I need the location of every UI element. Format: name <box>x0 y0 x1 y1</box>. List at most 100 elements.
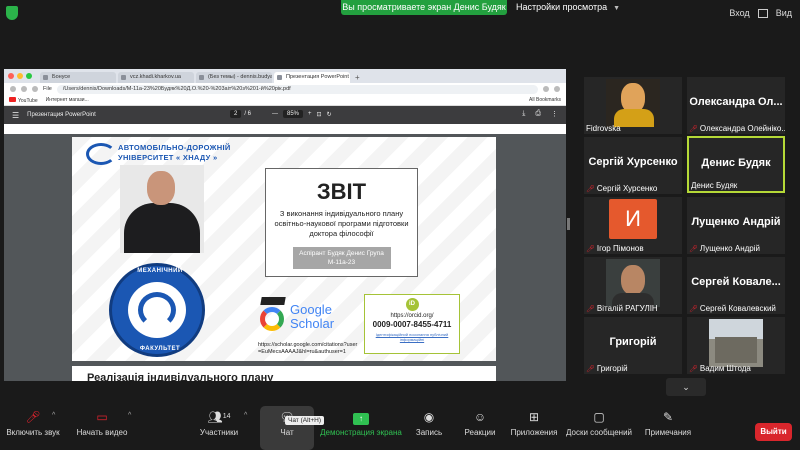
bookmarks-bar: YouTube Интернет магази... All Bookmarks <box>4 95 566 106</box>
more-icon[interactable]: ⋮ <box>551 110 558 118</box>
view-settings-button[interactable]: Настройки просмотра ▼ <box>516 2 620 12</box>
login-button[interactable]: Вход <box>729 8 749 18</box>
print-icon[interactable]: ⎙ <box>535 110 541 118</box>
participant-avatar: И <box>609 199 657 239</box>
whiteboards-label: Доски сообщений <box>565 428 632 437</box>
forward-icon[interactable] <box>21 86 27 92</box>
page-total: / 6 <box>244 111 252 117</box>
page-input[interactable]: 2 <box>230 110 242 118</box>
participant-tile[interactable]: Олександра Ол... 🎤︎ Олександра Олейніко..… <box>687 77 785 134</box>
share-screen-label: Демонстрация экрана <box>320 428 402 437</box>
youtube-icon <box>9 96 16 102</box>
emblem-bottom-text: ФАКУЛЬТЕТ <box>139 346 181 352</box>
reactions-button[interactable]: ☺ Реакции <box>458 406 502 450</box>
participant-tile[interactable]: 🎤︎ Віталій РАГУЛІН <box>584 257 682 314</box>
reactions-icon: ☺ <box>473 410 487 424</box>
video-options-chevron-icon[interactable]: ^ <box>128 412 131 419</box>
share-screen-button[interactable]: ↑ Демонстрация экрана <box>320 406 402 450</box>
menu-icon[interactable]: ☰ <box>12 111 19 120</box>
zoom-in-icon[interactable]: + <box>308 111 312 117</box>
zoom-top-bar: Вы просматриваете экран Денис Будяк Наст… <box>0 0 800 26</box>
new-tab-icon[interactable]: + <box>355 72 360 83</box>
participant-tile[interactable]: Лущенко Андрій 🎤︎ Лущенко Андрій <box>687 197 785 254</box>
participant-tile[interactable]: Сергій Хурсенко 🎤︎ Сергій Хурсенко <box>584 137 682 194</box>
screen-share-banner: Вы просматриваете экран Денис Будяк <box>341 0 507 15</box>
minimize-window-icon[interactable] <box>17 73 23 79</box>
back-icon[interactable] <box>10 86 16 92</box>
participant-video <box>606 259 660 307</box>
orcid-id: 0009-0007-8455-4711 <box>372 320 452 329</box>
whiteboards-button[interactable]: ▢ Доски сообщений <box>562 406 636 450</box>
bookmark-youtube[interactable]: YouTube <box>9 96 38 104</box>
audio-options-chevron-icon[interactable]: ^ <box>52 412 55 419</box>
view-button[interactable]: Вид <box>776 8 792 18</box>
browser-tab[interactable]: vcz.khadi.kharkov.ua <box>118 72 194 83</box>
file-scheme-label: File <box>43 86 52 92</box>
top-right-controls: Вход Вид <box>729 8 792 18</box>
participant-label: 🎤︎ Григорій <box>586 364 628 373</box>
url-field[interactable]: /Users/dennis/Downloads/М-11а-23%20Будяк… <box>56 84 538 94</box>
apps-icon: ⊞ <box>528 410 540 424</box>
participant-big-name: Григорій <box>609 336 657 348</box>
rotate-icon[interactable]: ↻ <box>327 111 332 118</box>
notes-button[interactable]: ✎ Примечания <box>640 406 696 450</box>
reload-icon[interactable] <box>32 86 38 92</box>
participant-big-name: Сергій Хурсенко <box>588 156 678 168</box>
participant-name: Ігор Пімонов <box>596 244 644 253</box>
mic-muted-icon: 🎤︎ <box>689 305 698 313</box>
participant-tile[interactable]: 🎤︎ Вадим Штода <box>687 317 785 374</box>
chat-button[interactable]: 💬︎ Чат <box>260 406 314 450</box>
leave-meeting-button[interactable]: Выйти <box>755 423 792 441</box>
university-name: АВТОМОБІЛЬНО-ДОРОЖНІЙ УНІВЕРСИТЕТ « ХНАД… <box>118 143 231 163</box>
participant-tile[interactable]: Григорій 🎤︎ Григорій <box>584 317 682 374</box>
pdf-viewport[interactable]: АВТОМОБІЛЬНО-ДОРОЖНІЙ УНІВЕРСИТЕТ « ХНАД… <box>4 134 566 381</box>
maximize-window-icon[interactable] <box>26 73 32 79</box>
university-logo-icon <box>86 143 116 165</box>
profile-icon[interactable] <box>554 86 560 92</box>
participants-count: 14 <box>222 413 231 420</box>
bookmark-label: YouTube <box>18 97 38 104</box>
browser-tab[interactable]: Бонусе <box>40 72 116 83</box>
page-indicator: 2 / 6 <box>230 110 251 118</box>
security-shield-icon[interactable] <box>6 6 18 20</box>
participant-tile[interactable]: Сергей Ковале... 🎤︎ Сергей Ковалевский <box>687 257 785 314</box>
report-description: З виконання індивідуального плану освітн… <box>274 209 409 238</box>
fit-page-icon[interactable]: ⊡ <box>317 111 322 118</box>
meeting-toolbar: 🎤︎ Включить звук ^ ▭ Начать видео ^ 👥︎14… <box>0 406 800 450</box>
bookmark-shop[interactable]: Интернет магази... <box>46 97 89 103</box>
record-button[interactable]: ◉ Запись <box>410 406 448 450</box>
participant-name: Денис Будяк <box>691 181 738 190</box>
zoom-controls: — 85% + ⊡ ↻ <box>272 110 332 118</box>
participant-label: 🎤︎ Віталій РАГУЛІН <box>586 304 658 313</box>
close-window-icon[interactable] <box>8 73 14 79</box>
participants-options-chevron-icon[interactable]: ^ <box>244 412 247 419</box>
grid-view-icon[interactable] <box>757 8 768 18</box>
participant-tile[interactable]: Fidrovska <box>584 77 682 134</box>
download-icon[interactable]: ⤓ <box>522 110 525 118</box>
share-resize-handle[interactable] <box>567 218 570 230</box>
zoom-out-icon[interactable]: — <box>272 111 278 117</box>
google-scholar-logo: Google Scholar <box>258 297 353 337</box>
participant-name: Григорій <box>596 364 628 373</box>
zoom-level[interactable]: 85% <box>283 110 304 118</box>
participant-big-name: Лущенко Андрій <box>691 216 781 228</box>
window-controls <box>8 73 32 79</box>
start-video-button[interactable]: ▭ Начать видео <box>74 406 130 450</box>
browser-tab-strip: Бонусе vcz.khadi.kharkov.ua (Без темы) -… <box>4 69 566 83</box>
browser-tab-active[interactable]: Презентация PowerPoint <box>274 72 350 83</box>
video-off-icon: ▭ <box>96 410 108 424</box>
gallery-next-page-button[interactable]: ⌄ <box>666 378 706 396</box>
apps-button[interactable]: ⊞ Приложения <box>506 406 562 450</box>
participant-big-name: Олександра Ол... <box>689 96 783 108</box>
participant-tile-active-speaker[interactable]: Денис Будяк Денис Будяк <box>687 136 785 193</box>
star-icon[interactable] <box>543 86 549 92</box>
pdf-title: Презентация PowerPoint <box>27 112 96 118</box>
record-label: Запись <box>415 428 443 437</box>
participants-label: Участники <box>199 428 239 437</box>
mic-muted-icon: 🎤︎ <box>689 125 698 133</box>
all-bookmarks[interactable]: All Bookmarks <box>529 97 561 103</box>
participant-tile[interactable]: И 🎤︎ Ігор Пімонов <box>584 197 682 254</box>
emblem-top-text: МЕХАНІЧНИЙ <box>137 268 183 274</box>
participants-button[interactable]: 👥︎14 Участники <box>196 406 242 450</box>
browser-tab[interactable]: (Без темы) - dennis.budyak@… <box>196 72 272 83</box>
